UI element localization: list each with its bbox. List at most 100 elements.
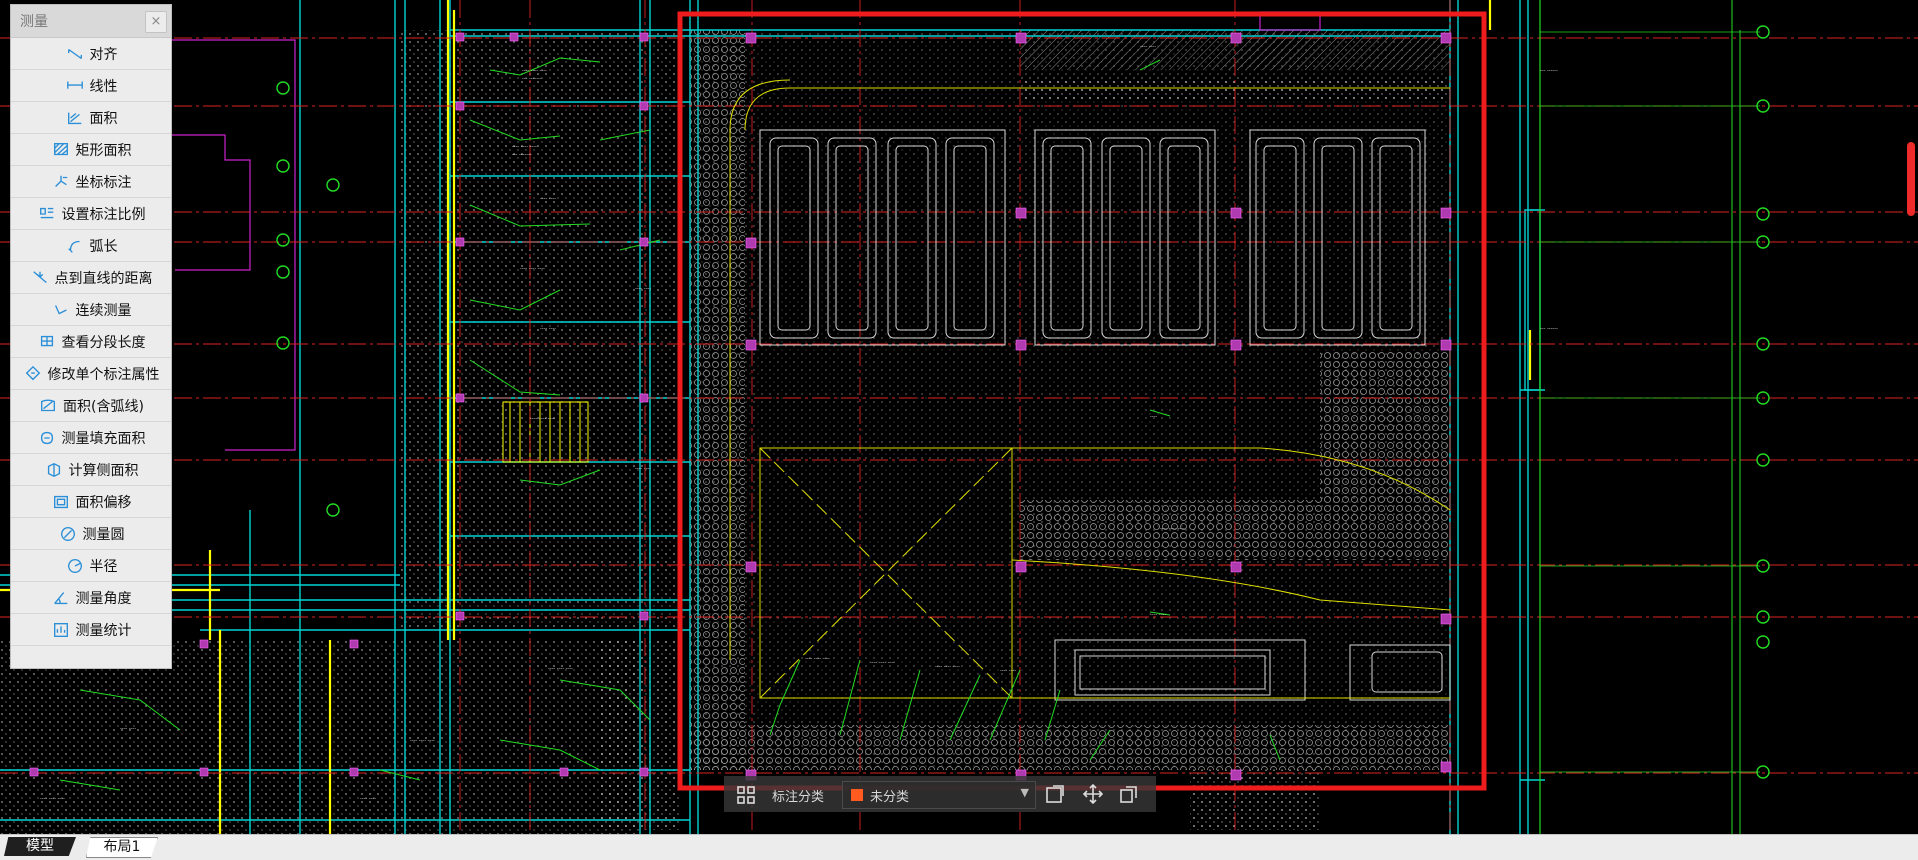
measure-tool-item[interactable]: 测量角度 xyxy=(11,582,171,614)
measure-tool-label: 连续测量 xyxy=(75,302,132,319)
measure-tool-label: 测量统计 xyxy=(75,622,132,639)
layout-tab-bar: 模型 布局1 xyxy=(0,834,1918,860)
point-line-distance-icon xyxy=(32,270,47,283)
angle-icon xyxy=(53,591,67,604)
svg-text:----: ---- xyxy=(1150,414,1157,420)
measure-tool-label: 对齐 xyxy=(89,46,118,63)
svg-text:---- ---- ----: ---- ---- ---- xyxy=(935,664,960,670)
svg-text:---- ----: ---- ---- xyxy=(1150,612,1166,618)
annotation-toolbar: 标注分类 未分类 ▼ xyxy=(724,776,1156,812)
svg-text:---- ---- ----: ---- ---- ---- xyxy=(870,660,895,666)
svg-text:---- ----: ---- ---- xyxy=(1000,668,1016,674)
svg-text:---- ----: ---- ---- xyxy=(120,726,136,732)
measure-tool-label: 线性 xyxy=(89,78,118,95)
measure-tool-item[interactable]: 测量填充面积 xyxy=(11,422,171,454)
scale-icon xyxy=(39,207,53,218)
svg-text:---- ----: ---- ---- xyxy=(540,326,556,332)
tab-layout1[interactable]: 布局1 xyxy=(86,837,158,858)
svg-text:---- ---- ----: ---- ---- ---- xyxy=(522,68,547,74)
arc-length-icon xyxy=(67,240,80,253)
svg-text:---- ---- ----: ---- ---- ---- xyxy=(410,738,435,744)
measure-tool-item[interactable]: 点到直线的距离 xyxy=(11,262,171,294)
svg-text:--- ------: --- ------ xyxy=(1540,68,1558,74)
measure-tool-item[interactable]: 修改单个标注属性 xyxy=(11,358,171,390)
circle-measure-icon xyxy=(60,526,75,541)
measure-tool-item[interactable]: 连续测量 xyxy=(11,294,171,326)
tab-model[interactable]: 模型 xyxy=(4,837,76,856)
svg-text:---- ---- ----: ---- ---- ---- xyxy=(805,656,830,662)
coordinate-icon xyxy=(54,175,67,187)
measure-tool-label: 计算侧面积 xyxy=(68,462,139,479)
svg-text:---- ----: ---- ---- xyxy=(635,466,651,472)
svg-text:--- -------: --- ------- xyxy=(512,152,532,158)
svg-text:---- ----: ---- ---- xyxy=(635,286,651,292)
svg-text:---- ----: ---- ---- xyxy=(1140,44,1156,50)
measure-tool-item[interactable]: 半径 xyxy=(11,550,171,582)
measure-tool-item[interactable]: 面积 xyxy=(11,102,171,134)
measure-tool-label: 测量圆 xyxy=(82,526,125,543)
svg-text:---- ---- ----: ---- ---- ---- xyxy=(512,144,537,150)
measure-tool-item[interactable]: 面积(含弧线) xyxy=(11,390,171,422)
edit-annotation-icon xyxy=(25,365,40,380)
svg-text:--- ------: --- ------ xyxy=(1540,326,1558,332)
measure-tool-label: 测量角度 xyxy=(75,590,132,607)
measure-tool-item[interactable]: 对齐 xyxy=(11,38,171,70)
area-offset-icon xyxy=(53,495,68,508)
measure-tool-item[interactable]: 弧长 xyxy=(11,230,171,262)
panel-header: 测量 × xyxy=(11,5,171,38)
svg-text:---- ---- ----: ---- ---- ---- xyxy=(520,266,545,272)
panel-title: 测量 xyxy=(20,14,48,30)
chevron-down-icon: ▼ xyxy=(1020,786,1029,799)
measure-tool-item[interactable]: 坐标标注 xyxy=(11,166,171,198)
rect-area-icon xyxy=(53,142,68,155)
annotation-category-label: 标注分类 xyxy=(772,790,825,805)
area-icon xyxy=(67,112,81,124)
measure-tool-item[interactable]: 矩形面积 xyxy=(11,134,171,166)
copy-icon[interactable] xyxy=(1118,783,1140,805)
category-color-swatch xyxy=(851,789,863,801)
measure-tool-item[interactable]: 查看分段长度 xyxy=(11,326,171,358)
measure-tool-item[interactable]: 测量圆 xyxy=(11,518,171,550)
measure-tool-label: 半径 xyxy=(89,558,118,575)
segment-length-icon xyxy=(40,335,53,346)
measure-tool-label: 点到直线的距离 xyxy=(54,270,153,287)
measure-tool-item[interactable]: 线性 xyxy=(11,70,171,102)
svg-text:--- -------: --- ------- xyxy=(522,76,542,82)
measure-tool-label: 矩形面积 xyxy=(75,142,132,159)
svg-text:---- ----: ---- ---- xyxy=(540,196,556,202)
statistics-icon xyxy=(53,622,68,637)
measure-tool-label: 查看分段长度 xyxy=(61,334,146,351)
measure-tool-item[interactable]: 测量统计 xyxy=(11,614,171,646)
measure-tool-label: 设置标注比例 xyxy=(61,206,146,223)
annotation-category-select[interactable]: 未分类 ▼ xyxy=(842,781,1036,809)
svg-text:---- ----: ---- ---- xyxy=(360,796,376,802)
measure-tool-label: 修改单个标注属性 xyxy=(47,366,160,383)
arc-area-icon xyxy=(41,398,56,411)
measure-tool-list: 对齐线性面积矩形面积坐标标注设置标注比例 弧长点到直线的距离 连续测量查看分段长度修… xyxy=(11,38,171,646)
measure-tool-item[interactable]: 面积偏移 xyxy=(11,486,171,518)
svg-text:---- ---- ----: ---- ---- ---- xyxy=(548,666,573,672)
svg-text:---- ---- ----: ---- ---- ---- xyxy=(1160,526,1185,532)
align-measure-icon xyxy=(67,48,82,59)
close-button[interactable]: × xyxy=(145,11,167,33)
linear-measure-icon xyxy=(66,81,83,89)
measure-tool-item[interactable]: 设置标注比例 xyxy=(11,198,171,230)
grid-icon[interactable] xyxy=(736,785,756,805)
cad-drawing-canvas[interactable]: ---- ---- ---- --- ------- ---- ---- ----… xyxy=(0,0,1918,834)
paste-icon[interactable] xyxy=(1154,783,1156,805)
measure-tool-label: 面积(含弧线) xyxy=(63,398,144,415)
hatched-floor-areas xyxy=(0,30,1450,834)
fill-area-icon xyxy=(40,431,53,444)
measure-tool-label: 面积 xyxy=(89,110,118,127)
export-annotation-icon[interactable] xyxy=(1044,783,1066,805)
measure-panel: 测量 × 对齐线性面积矩形面积坐标标注设置标注比例 弧长点到直线的距离 连续测量查看… xyxy=(10,4,172,669)
side-area-icon xyxy=(47,462,60,477)
move-icon[interactable] xyxy=(1082,783,1104,805)
measure-tool-label: 弧长 xyxy=(89,238,118,255)
vertical-scrollbar-thumb[interactable] xyxy=(1907,142,1915,216)
radius-icon xyxy=(67,558,82,573)
measure-tool-item[interactable]: 计算侧面积 xyxy=(11,454,171,486)
category-select-value: 未分类 xyxy=(870,790,910,805)
measure-tool-label: 坐标标注 xyxy=(75,174,132,191)
measure-tool-label: 测量填充面积 xyxy=(61,430,146,447)
